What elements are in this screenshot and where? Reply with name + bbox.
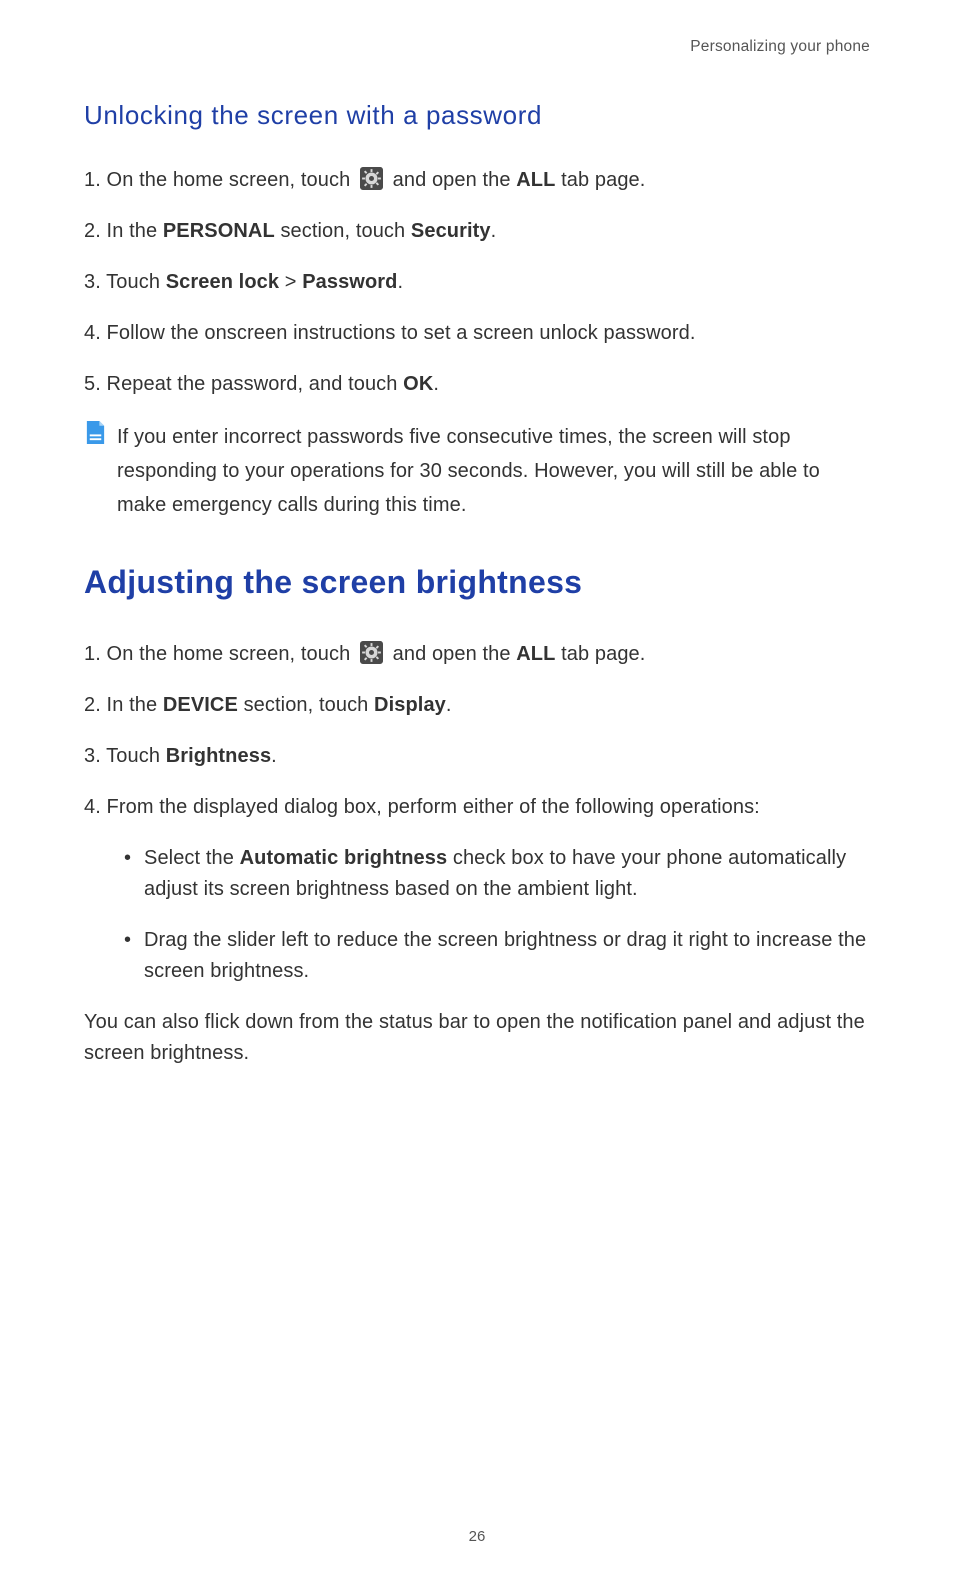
step-5: 5. Repeat the password, and touch OK.	[84, 369, 870, 400]
running-head: Personalizing your phone	[84, 38, 870, 56]
text: .	[271, 745, 277, 767]
sub-options: Select the Automatic brightness check bo…	[84, 843, 870, 987]
text-bold: Brightness	[166, 745, 271, 767]
text: .	[433, 373, 439, 395]
steps-brightness: 1. On the home screen, touch	[84, 639, 870, 987]
settings-gear-icon	[360, 167, 383, 190]
text: 3. Touch	[84, 271, 166, 293]
text: 1. On the home screen, touch	[84, 169, 356, 191]
text: 5. Repeat the password, and touch	[84, 373, 403, 395]
text: Select the	[144, 847, 240, 869]
text: tab page.	[555, 643, 645, 665]
text: 3. Touch	[84, 745, 166, 767]
step-1: 1. On the home screen, touch	[84, 165, 870, 196]
step-4: 4. Follow the onscreen instructions to s…	[84, 318, 870, 349]
text-bold: ALL	[516, 169, 555, 191]
text: .	[446, 694, 452, 716]
page: Personalizing your phone Unlocking the s…	[0, 0, 954, 1577]
text: and open the	[393, 643, 517, 665]
step-3: 3. Touch Screen lock > Password.	[84, 267, 870, 298]
step-1: 1. On the home screen, touch	[84, 639, 870, 670]
text-bold: Display	[374, 694, 446, 716]
text-bold: OK	[403, 373, 433, 395]
step-2: 2. In the PERSONAL section, touch Securi…	[84, 216, 870, 247]
text-bold: Security	[411, 220, 491, 242]
text: .	[397, 271, 403, 293]
text: section, touch	[238, 694, 374, 716]
steps-unlocking: 1. On the home screen, touch	[84, 165, 870, 400]
text-bold: DEVICE	[163, 694, 238, 716]
text: >	[279, 271, 302, 293]
note-text: If you enter incorrect passwords five co…	[117, 420, 870, 522]
text: .	[491, 220, 497, 242]
heading-adjusting-brightness: Adjusting the screen brightness	[84, 564, 870, 601]
text-bold: PERSONAL	[163, 220, 275, 242]
text-bold: ALL	[516, 643, 555, 665]
text-bold: Password	[302, 271, 397, 293]
bullet-automatic-brightness: Select the Automatic brightness check bo…	[124, 843, 870, 905]
step-2: 2. In the DEVICE section, touch Display.	[84, 690, 870, 721]
heading-unlocking-password: Unlocking the screen with a password	[84, 100, 870, 131]
text: section, touch	[275, 220, 411, 242]
page-number: 26	[0, 1528, 954, 1545]
step-3: 3. Touch Brightness.	[84, 741, 870, 772]
step-4: 4. From the displayed dialog box, perfor…	[84, 792, 870, 823]
note-document-icon	[84, 420, 107, 445]
text: 2. In the	[84, 694, 163, 716]
settings-gear-icon	[360, 641, 383, 664]
text-bold: Automatic brightness	[240, 847, 448, 869]
text: tab page.	[555, 169, 645, 191]
text-bold: Screen lock	[166, 271, 279, 293]
note-block: If you enter incorrect passwords five co…	[84, 420, 870, 522]
text: 1. On the home screen, touch	[84, 643, 356, 665]
text: and open the	[393, 169, 517, 191]
text: 2. In the	[84, 220, 163, 242]
closing-paragraph: You can also flick down from the status …	[84, 1007, 870, 1069]
bullet-drag-slider: Drag the slider left to reduce the scree…	[124, 925, 870, 987]
